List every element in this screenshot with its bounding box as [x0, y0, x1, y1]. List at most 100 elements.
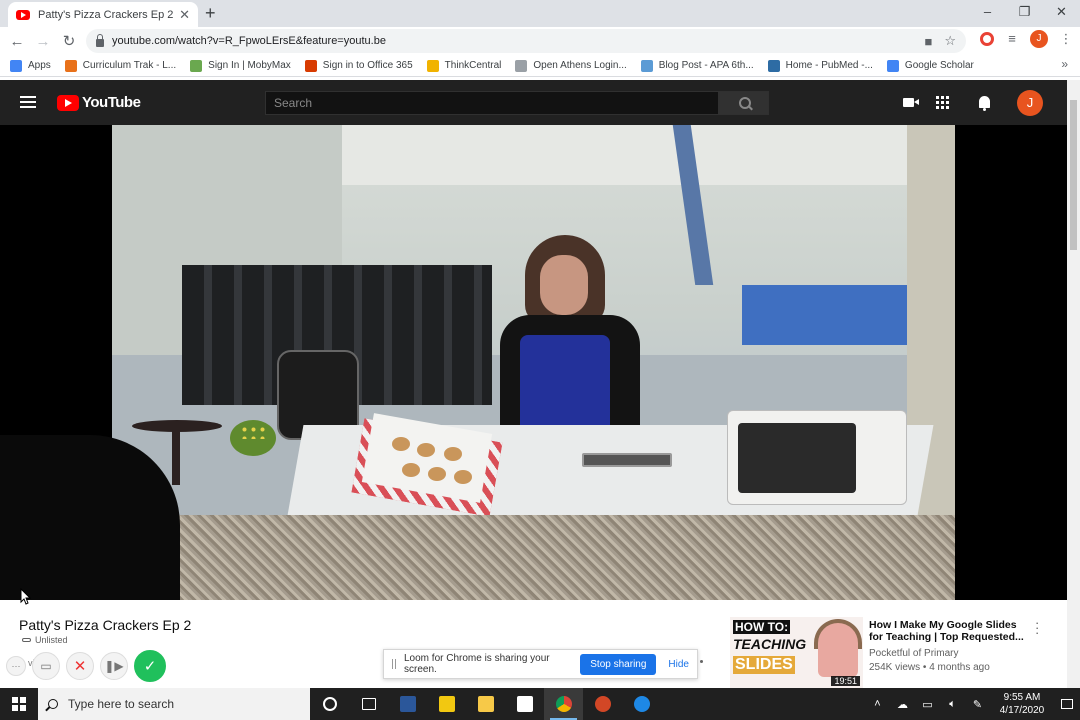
more-actions-icon[interactable]: · · · — [1035, 616, 1043, 639]
new-tab-button[interactable]: + — [205, 3, 216, 23]
page-scrollbar[interactable] — [1067, 80, 1080, 688]
onedrive-icon[interactable]: ☁ — [890, 698, 915, 711]
search-button[interactable] — [719, 91, 769, 115]
taskbar-app-file-explorer[interactable] — [466, 688, 505, 720]
clock[interactable]: 9:55 AM 4/17/2020 — [990, 691, 1054, 717]
flower-pot — [230, 420, 276, 456]
cortana-icon — [322, 697, 337, 711]
volume-icon[interactable]: 🔈︎ — [940, 698, 965, 711]
taskbar-app-chrome[interactable] — [544, 688, 583, 720]
youtube-play-icon — [57, 94, 79, 111]
edge-icon — [633, 696, 650, 712]
notifications-bell-icon[interactable] — [974, 93, 994, 112]
youtube-logo[interactable]: YouTube — [57, 94, 141, 111]
bookmark-favicon-icon — [886, 59, 899, 72]
browser-tab[interactable]: Patty's Pizza Crackers Ep 2 - YouTube ✕ — [8, 2, 198, 27]
hamburger-menu-icon[interactable] — [20, 96, 36, 108]
stop-sharing-button[interactable]: Stop sharing — [580, 653, 657, 675]
camera-blocked-icon[interactable]: ■ — [924, 34, 932, 49]
windows-taskbar: Type here to search ˄ ☁ ▭ 🔈︎ ✎ 9:55 AM 4… — [0, 688, 1080, 720]
address-bar[interactable]: youtube.com/watch?v=R_FpwoLErsE&feature=… — [86, 29, 966, 53]
bookmark-item[interactable]: Blog Post - APA 6th... — [640, 59, 754, 72]
bookmark-item[interactable]: Apps — [10, 59, 51, 72]
recommendation-thumbnail[interactable]: HOW TO: TEACHING SLIDES 19:51 — [730, 617, 863, 688]
bookmark-label: Apps — [28, 60, 51, 71]
show-hidden-icons[interactable]: ˄ — [865, 698, 890, 710]
restore-button[interactable]: ❐ — [1006, 0, 1043, 27]
bookmark-item[interactable]: Sign in to Office 365 — [304, 59, 413, 72]
bookmark-label: Curriculum Trak - L... — [82, 60, 177, 71]
browser-toolbar: ← → ↻ youtube.com/watch?v=R_FpwoLErsE&fe… — [0, 27, 1080, 55]
profile-avatar[interactable]: J — [1030, 30, 1048, 48]
pen-icon[interactable]: ✎ — [965, 698, 990, 711]
cortana-button[interactable] — [310, 688, 349, 720]
loom-cancel-icon[interactable]: ✕ — [66, 652, 94, 680]
bookmark-item[interactable]: Google Scholar — [886, 59, 974, 72]
bookmarks-bar: Apps Curriculum Trak - L... Sign In | Moby… — [0, 55, 1080, 77]
bookmark-item[interactable]: Curriculum Trak - L... — [64, 59, 177, 72]
taskbar-search[interactable]: Type here to search — [38, 688, 310, 720]
loom-control-bar: ··· ▭ ✕ ❚▶ ✓ — [6, 650, 172, 682]
bookmark-label: Google Scholar — [904, 60, 974, 71]
bookmark-label: Home - PubMed -... — [785, 60, 873, 71]
sharing-message: Loom for Chrome is sharing your screen. — [404, 653, 550, 675]
loom-finish-icon[interactable]: ✓ — [134, 650, 166, 682]
unlisted-label: Unlisted — [35, 635, 68, 645]
loom-extension-icon[interactable] — [980, 32, 994, 46]
drag-handle-icon[interactable] — [392, 659, 396, 669]
taskbar-app-powerpoint[interactable] — [583, 688, 622, 720]
youtube-logo-text: YouTube — [82, 94, 141, 111]
powerpoint-icon — [594, 696, 611, 712]
taskbar-app-store[interactable] — [427, 688, 466, 720]
create-video-icon[interactable] — [898, 93, 919, 111]
close-tab-icon[interactable]: ✕ — [179, 7, 190, 23]
video-title: Patty's Pizza Crackers Ep 2 — [19, 617, 192, 633]
bookmark-item[interactable]: Home - PubMed -... — [767, 59, 873, 72]
more-bookmarks-icon[interactable]: » — [1061, 57, 1068, 71]
unlisted-badge: Unlisted — [22, 635, 68, 645]
taskbar-app-edge[interactable] — [622, 688, 661, 720]
bookmark-label: Sign in to Office 365 — [322, 60, 413, 71]
bookmark-item[interactable]: ThinkCentral — [426, 59, 501, 72]
bookmark-item[interactable]: Open Athens Login... — [515, 59, 627, 72]
pinned-apps — [388, 688, 661, 720]
loom-camera-icon[interactable]: ▭ — [32, 652, 60, 680]
video-player[interactable] — [0, 125, 1067, 600]
video-frame[interactable] — [112, 125, 955, 600]
battery-icon[interactable]: ▭ — [915, 698, 940, 711]
recommendation-title[interactable]: How I Make My Google Slides for Teaching… — [869, 619, 1029, 643]
store-icon — [438, 696, 455, 712]
chrome-menu-icon[interactable]: ⋮ — [1058, 31, 1074, 47]
clock-time: 9:55 AM — [1003, 692, 1041, 703]
hide-button[interactable]: Hide — [668, 659, 689, 670]
extensions-area: ≡ J ⋮ — [970, 30, 1074, 48]
loom-pause-icon[interactable]: ❚▶ — [100, 652, 128, 680]
bookmark-star-icon[interactable]: ☆ — [944, 33, 956, 49]
reload-button[interactable]: ↻ — [57, 32, 81, 50]
start-button[interactable] — [0, 688, 38, 720]
search-input[interactable]: Search — [265, 91, 719, 115]
apps-grid-icon[interactable] — [936, 96, 949, 109]
chrome-icon — [555, 696, 572, 712]
search-icon — [48, 699, 58, 709]
screen-sharing-banner: Loom for Chrome is sharing your screen. … — [383, 649, 698, 679]
forward-button[interactable]: → — [31, 33, 55, 50]
windows-logo-icon — [12, 697, 26, 711]
bookmark-label: Sign In | MobyMax — [208, 60, 291, 71]
minimize-button[interactable]: – — [969, 0, 1006, 27]
scrollbar-thumb[interactable] — [1070, 100, 1077, 250]
back-button[interactable]: ← — [5, 33, 29, 50]
file-explorer-icon — [477, 696, 494, 712]
taskbar-app-mail[interactable] — [505, 688, 544, 720]
url-text[interactable]: youtube.com/watch?v=R_FpwoLErsE&feature=… — [112, 35, 912, 47]
task-view-button[interactable] — [349, 688, 388, 720]
taskbar-app-word[interactable] — [388, 688, 427, 720]
close-window-button[interactable]: ✕ — [1043, 0, 1080, 27]
system-tray: ˄ ☁ ▭ 🔈︎ ✎ 9:55 AM 4/17/2020 — [865, 688, 1080, 720]
loom-more-icon[interactable]: ··· — [6, 656, 26, 676]
recommendation-channel[interactable]: Pocketful of Primary — [869, 648, 958, 659]
youtube-avatar[interactable]: J — [1017, 90, 1043, 116]
bookmark-item[interactable]: Sign In | MobyMax — [190, 59, 291, 72]
media-control-icon[interactable]: ≡ — [1004, 31, 1020, 47]
notifications-icon[interactable] — [1054, 699, 1080, 709]
